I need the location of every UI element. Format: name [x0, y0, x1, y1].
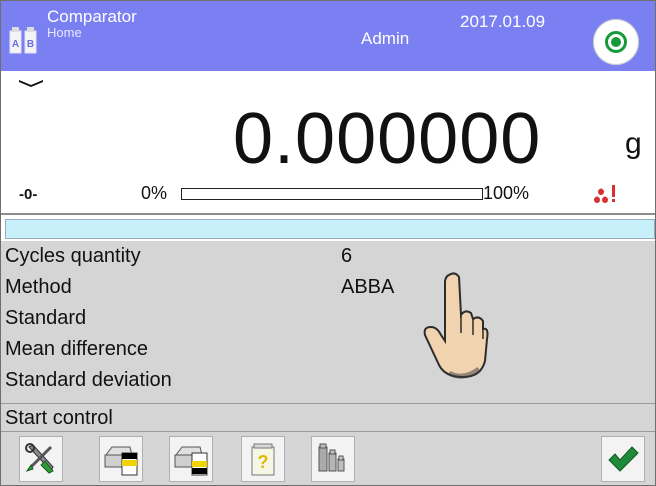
record-button[interactable]: [593, 19, 639, 65]
param-row-method[interactable]: Method ABBA: [1, 272, 655, 303]
weight-unit[interactable]: g: [625, 127, 642, 161]
param-value: 6: [341, 245, 353, 267]
print-footer-icon: [174, 446, 208, 476]
load-bar: [181, 188, 483, 200]
param-label: Standard: [5, 307, 87, 329]
svg-text:A: A: [12, 39, 19, 50]
app-title: Comparator: [47, 7, 137, 26]
settings-button[interactable]: [19, 436, 63, 482]
weight-display: 0.000000 g -0- 0% 100%: [1, 71, 655, 215]
print-header-button[interactable]: [99, 436, 143, 482]
info-bar: [5, 219, 655, 239]
svg-text:?: ?: [258, 452, 269, 472]
start-control-label: Start control: [5, 407, 113, 429]
date-display: 2017.01.09: [460, 12, 546, 31]
param-row-standard[interactable]: Standard: [1, 303, 655, 334]
report-help-icon: ?: [251, 443, 275, 476]
weights-icon: [318, 443, 345, 472]
report-help-button[interactable]: ?: [241, 436, 285, 482]
param-label: Method: [5, 276, 72, 298]
bottom-toolbar: ?: [1, 431, 655, 485]
range-max-label: 100%: [483, 183, 530, 203]
header-bar: A B Comparator Home Admin 2017.01.09: [1, 1, 655, 71]
start-control-button[interactable]: Start control: [1, 403, 655, 432]
confirm-button[interactable]: [601, 436, 645, 482]
param-row-cycles[interactable]: Cycles quantity 6: [1, 241, 655, 272]
param-label: Mean difference: [5, 338, 149, 360]
settings-tools-icon: [25, 443, 54, 474]
zero-indicator: -0-: [19, 186, 38, 203]
pointing-hand-icon: [423, 272, 489, 379]
param-row-mean-difference: Mean difference: [1, 334, 655, 365]
user-name[interactable]: Admin: [361, 29, 409, 49]
breadcrumb-home: Home: [47, 25, 82, 40]
parameters-panel: Cycles quantity 6 Method ABBA Standard M…: [1, 241, 655, 403]
range-min-label: 0%: [141, 183, 168, 203]
print-header-icon: [104, 446, 138, 476]
svg-text:B: B: [27, 39, 34, 50]
weight-value: 0.000000: [233, 99, 542, 179]
record-icon: [605, 31, 627, 53]
param-label: Standard deviation: [5, 369, 172, 391]
weights-button[interactable]: [311, 436, 355, 482]
print-footer-button[interactable]: [169, 436, 213, 482]
stability-marker-icon: [19, 80, 43, 87]
confirm-check-icon: [608, 446, 639, 472]
param-row-standard-deviation: Standard deviation: [1, 365, 655, 396]
param-value: ABBA: [341, 276, 395, 298]
param-label: Cycles quantity: [5, 245, 141, 267]
ab-comparator-icon[interactable]: A B: [9, 25, 37, 55]
app-window: A B Comparator Home Admin 2017.01.09 0.0…: [0, 0, 656, 486]
drops-warning-icon: [594, 185, 615, 203]
